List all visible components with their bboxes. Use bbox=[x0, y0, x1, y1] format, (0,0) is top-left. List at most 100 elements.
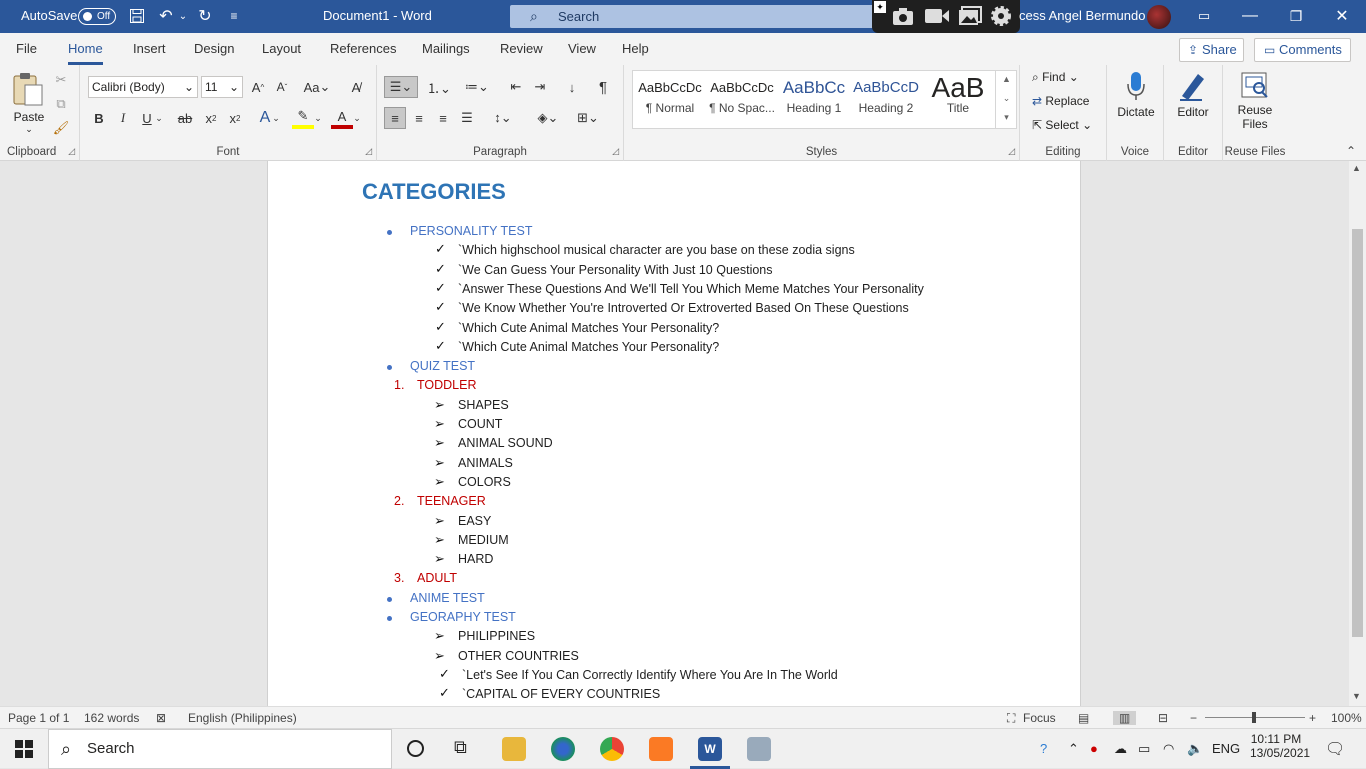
text-effects-dropdown-icon[interactable]: ⌄ bbox=[270, 107, 282, 129]
show-hidden-icons-icon[interactable]: ⌃ bbox=[1068, 741, 1079, 757]
restore-icon[interactable]: ❐ bbox=[1286, 6, 1306, 26]
proofing-icon[interactable]: ⊠ bbox=[156, 711, 166, 725]
highlight-dropdown-icon[interactable]: ⌄ bbox=[312, 107, 324, 129]
page-count[interactable]: Page 1 of 1 bbox=[8, 711, 69, 725]
tab-insert[interactable]: Insert bbox=[133, 41, 166, 56]
tab-review[interactable]: Review bbox=[500, 41, 543, 56]
scroll-thumb[interactable] bbox=[1352, 229, 1363, 637]
change-case-button[interactable]: Aa ⌄ bbox=[302, 76, 332, 98]
bold-icon[interactable]: B bbox=[88, 107, 110, 129]
tab-help[interactable]: Help bbox=[622, 41, 649, 56]
zoom-slider-thumb[interactable] bbox=[1252, 712, 1256, 723]
font-color-icon[interactable]: A bbox=[331, 107, 353, 129]
borders-button[interactable]: ⊞⌄ bbox=[572, 107, 604, 129]
read-mode-icon[interactable]: ▤ bbox=[1078, 711, 1089, 725]
clear-formatting-icon[interactable]: A̸ bbox=[345, 76, 367, 98]
zoom-out-icon[interactable]: − bbox=[1190, 711, 1197, 725]
select-button[interactable]: ⇱ Select ⌄ bbox=[1032, 118, 1092, 132]
file-explorer-icon[interactable] bbox=[502, 737, 526, 761]
decrease-indent-icon[interactable]: ⇤ bbox=[505, 76, 527, 98]
close-icon[interactable]: ✕ bbox=[1332, 6, 1352, 26]
camera-icon[interactable] bbox=[892, 6, 914, 26]
clock[interactable]: 10:11 PM 13/05/2021 bbox=[1250, 732, 1310, 760]
pin-icon[interactable]: ✦ bbox=[874, 1, 886, 13]
gallery-icon[interactable] bbox=[958, 6, 982, 26]
user-name[interactable]: cess Angel Bermundo bbox=[1019, 8, 1145, 23]
avatar[interactable] bbox=[1147, 5, 1171, 29]
sort-icon[interactable]: ↓ bbox=[561, 76, 583, 98]
comments-button[interactable]: ▭ Comments bbox=[1254, 38, 1351, 62]
undo-icon[interactable]: ↶ bbox=[156, 6, 176, 26]
paste-dropdown-icon[interactable]: ⌄ bbox=[10, 124, 48, 135]
print-layout-icon[interactable]: ▥ bbox=[1113, 711, 1137, 725]
align-center-icon[interactable]: ≡ bbox=[408, 107, 430, 129]
volume-icon[interactable]: 🔈 bbox=[1187, 741, 1203, 757]
grow-font-icon[interactable]: A ^ bbox=[247, 76, 269, 98]
copy-icon[interactable]: ⧉ bbox=[50, 93, 72, 115]
style-no-spacing[interactable]: AaBbCcDc ¶ No Spac... bbox=[706, 73, 778, 125]
font-color-dropdown-icon[interactable]: ⌄ bbox=[351, 107, 363, 129]
wifi-icon[interactable]: ◠ bbox=[1163, 741, 1174, 757]
undo-dropdown-icon[interactable]: ⌄ bbox=[178, 6, 188, 26]
cloud-icon[interactable]: ☁ bbox=[1114, 741, 1127, 757]
numbering-button[interactable]: ⒈⌄ bbox=[423, 76, 455, 98]
settings-gear-icon[interactable] bbox=[990, 5, 1012, 27]
shading-button[interactable]: ◈⌄ bbox=[532, 107, 564, 129]
replace-button[interactable]: ⇄ Replace bbox=[1032, 94, 1089, 108]
word-count[interactable]: 162 words bbox=[84, 711, 139, 725]
style-heading-2[interactable]: AaBbCcD Heading 2 bbox=[850, 73, 922, 125]
app-icon[interactable] bbox=[747, 737, 771, 761]
task-view-icon[interactable]: ⧉ bbox=[454, 737, 467, 758]
battery-icon[interactable]: ▭ bbox=[1138, 741, 1150, 757]
word-taskbar-icon[interactable]: W bbox=[698, 737, 722, 761]
language-indicator[interactable]: English (Philippines) bbox=[188, 711, 297, 725]
dictate-button[interactable]: Dictate bbox=[1113, 70, 1159, 124]
highlight-icon[interactable]: ✎ bbox=[292, 107, 314, 129]
redo-icon[interactable]: ↻ bbox=[195, 6, 215, 26]
clipboard-launcher-icon[interactable]: ◿ bbox=[68, 146, 75, 157]
xampp-icon[interactable] bbox=[649, 737, 673, 761]
focus-label[interactable]: Focus bbox=[1023, 711, 1056, 725]
cut-icon[interactable]: ✂ bbox=[50, 69, 72, 91]
paragraph-launcher-icon[interactable]: ◿ bbox=[612, 146, 619, 157]
tab-home[interactable]: Home bbox=[68, 41, 103, 65]
scroll-down-icon[interactable]: ▼ bbox=[1352, 691, 1361, 701]
styles-launcher-icon[interactable]: ◿ bbox=[1008, 146, 1015, 157]
minimize-icon[interactable]: — bbox=[1240, 6, 1260, 26]
increase-indent-icon[interactable]: ⇥ bbox=[529, 76, 551, 98]
multilevel-list-button[interactable]: ≔⌄ bbox=[461, 76, 493, 98]
notifications-icon[interactable]: 🗨 bbox=[1325, 739, 1345, 759]
scroll-up-icon[interactable]: ▲ bbox=[1352, 163, 1361, 173]
line-spacing-button[interactable]: ↕⌄ bbox=[487, 107, 519, 129]
style-title[interactable]: AaB Title bbox=[922, 73, 994, 125]
justify-icon[interactable]: ☰ bbox=[456, 107, 478, 129]
zoom-in-icon[interactable]: + bbox=[1309, 711, 1316, 725]
paste-button[interactable]: Paste ⌄ bbox=[10, 71, 48, 135]
editor-button[interactable]: Editor bbox=[1170, 70, 1216, 124]
vertical-scrollbar[interactable]: ▲ ▼ bbox=[1349, 161, 1366, 706]
show-formatting-marks-icon[interactable]: ¶ bbox=[592, 76, 614, 98]
cortana-icon[interactable] bbox=[407, 740, 424, 757]
autosave-toggle[interactable]: Off bbox=[78, 8, 116, 25]
find-button[interactable]: ⌕ Find ⌄ bbox=[1032, 70, 1079, 85]
styles-scroll-controls[interactable]: ▲ ⌄ ▾ bbox=[995, 70, 1017, 129]
format-painter-icon[interactable]: 🖌 bbox=[50, 117, 72, 139]
tab-view[interactable]: View bbox=[568, 41, 596, 56]
zoom-level[interactable]: 100% bbox=[1331, 711, 1362, 725]
superscript-icon[interactable]: x2 bbox=[224, 107, 246, 129]
share-button[interactable]: ⇪ Share bbox=[1179, 38, 1244, 62]
style-heading-1[interactable]: AaBbCc Heading 1 bbox=[778, 73, 850, 125]
tab-references[interactable]: References bbox=[330, 41, 396, 56]
strikethrough-icon[interactable]: ab bbox=[174, 107, 196, 129]
search-box[interactable]: ⌕ Search bbox=[510, 5, 888, 28]
taskbar-search-box[interactable]: ⌕ Search bbox=[48, 729, 392, 769]
notification-tray-icon[interactable]: ● bbox=[1090, 741, 1098, 756]
font-size-dropdown[interactable]: 11 ⌄ bbox=[201, 76, 243, 98]
ribbon-display-options-icon[interactable]: ▭ bbox=[1194, 6, 1214, 26]
save-icon[interactable] bbox=[127, 6, 147, 26]
windows-start-icon[interactable] bbox=[15, 740, 33, 758]
bullets-button[interactable]: ☰⌄ bbox=[384, 76, 418, 98]
align-right-icon[interactable]: ≡ bbox=[432, 107, 454, 129]
style-normal[interactable]: AaBbCcDc ¶ Normal bbox=[634, 73, 706, 125]
customize-toolbar-icon[interactable]: ≡ bbox=[224, 6, 244, 26]
